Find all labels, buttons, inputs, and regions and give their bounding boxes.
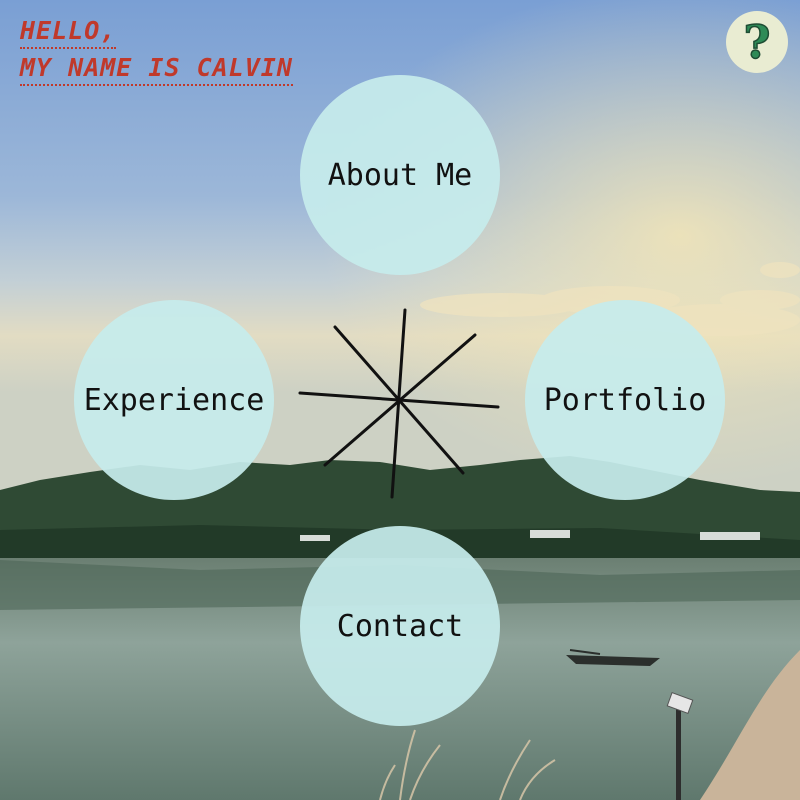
- experience-button[interactable]: Experience: [74, 300, 274, 500]
- help-button[interactable]: ?: [726, 11, 788, 73]
- portfolio-button[interactable]: Portfolio: [525, 300, 725, 500]
- greeting-heading: HELLO, MY NAME IS CALVIN: [20, 16, 293, 86]
- about-me-button[interactable]: About Me: [300, 75, 500, 275]
- greeting-line-2: MY NAME IS CALVIN: [20, 53, 293, 86]
- question-mark-icon: ?: [743, 15, 771, 69]
- contact-button[interactable]: Contact: [300, 526, 500, 726]
- greeting-line-1: HELLO,: [20, 16, 117, 49]
- asterisk-icon: [298, 308, 500, 499]
